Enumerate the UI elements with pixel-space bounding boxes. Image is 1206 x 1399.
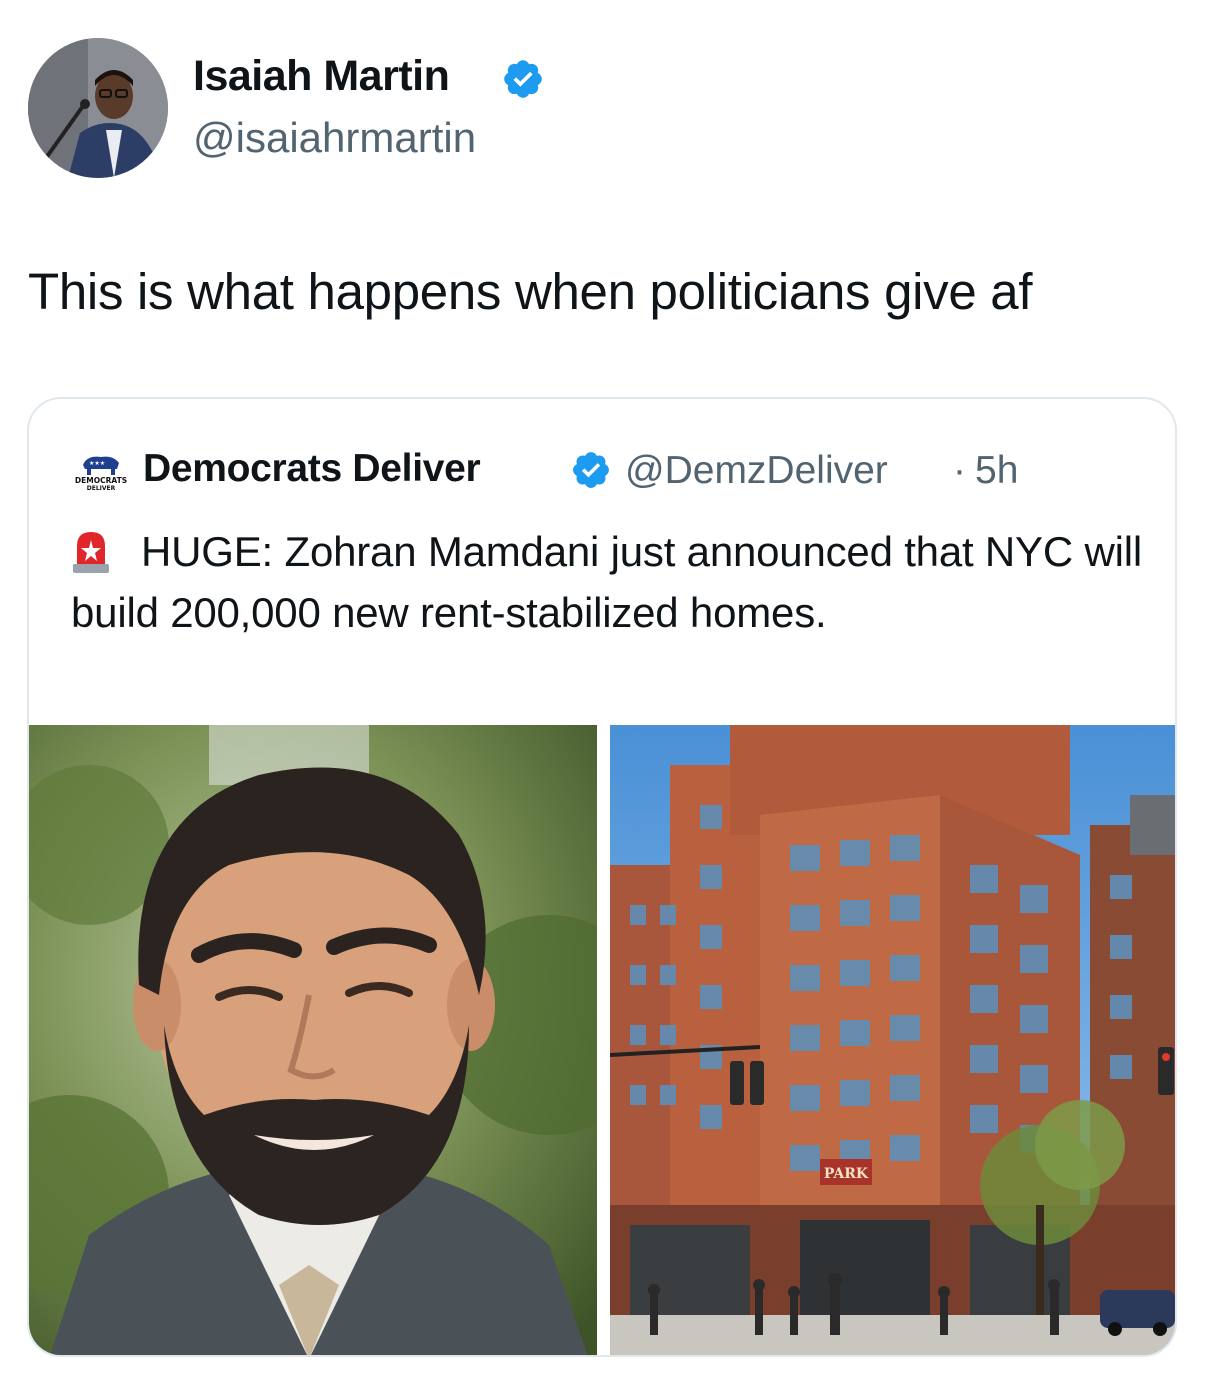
logo-text-line1: DEMOCRATS xyxy=(75,476,127,485)
siren-emoji-icon xyxy=(73,532,109,573)
author-name[interactable]: Isaiah Martin xyxy=(193,52,450,101)
svg-text:★★★: ★★★ xyxy=(89,460,105,467)
meta-separator: · xyxy=(953,449,966,492)
logo-text-line2: DELIVER xyxy=(87,485,116,492)
quote-verified-badge-icon xyxy=(573,452,609,488)
media-image-building[interactable]: PARK xyxy=(610,725,1175,1355)
tweet-text: This is what happens when politicians gi… xyxy=(28,263,1033,320)
author-handle[interactable]: @isaiahrmartin xyxy=(193,114,476,162)
quote-text-body: HUGE: Zohran Mamdani just announced that… xyxy=(71,528,1142,636)
quote-text: HUGE: Zohran Mamdani just announced that… xyxy=(71,521,1151,643)
media-image-portrait[interactable] xyxy=(29,725,597,1355)
author-avatar[interactable] xyxy=(28,38,168,178)
quote-author-name[interactable]: Democrats Deliver xyxy=(143,447,481,491)
quote-author-avatar[interactable]: ★★★ DEMOCRATS DELIVER xyxy=(73,443,129,499)
verified-badge-icon xyxy=(504,60,542,98)
park-sign-text: PARK xyxy=(824,1166,869,1182)
quote-tweet-card[interactable]: ★★★ DEMOCRATS DELIVER Democrats Deliver … xyxy=(27,397,1177,1357)
quote-author-handle[interactable]: @DemzDeliver xyxy=(625,449,888,493)
quote-timestamp[interactable]: 5h xyxy=(975,449,1018,493)
